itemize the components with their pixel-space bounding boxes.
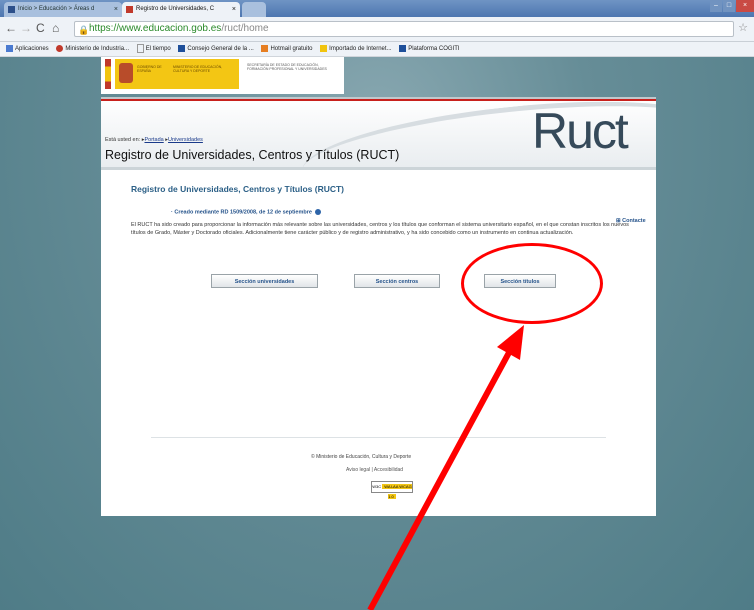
annotation-arrow [367,325,524,610]
arrow-shaft [367,345,515,610]
